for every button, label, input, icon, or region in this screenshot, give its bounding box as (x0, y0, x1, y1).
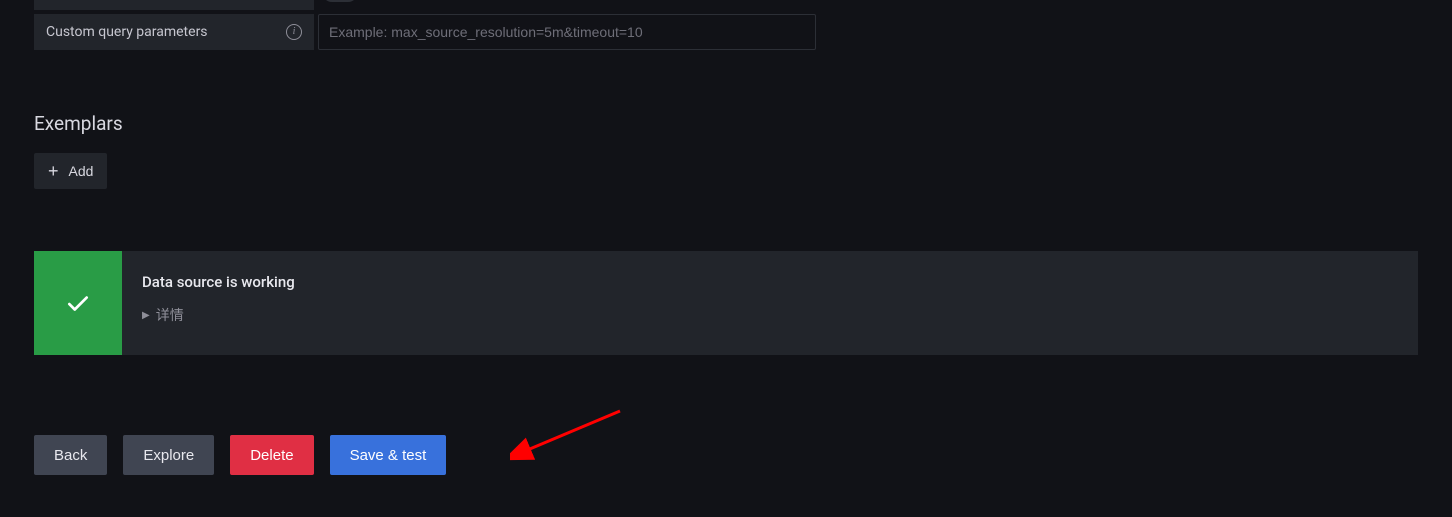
save-test-button[interactable]: Save & test (330, 435, 447, 475)
form-row-disable-metrics: Disable metrics lookup i (34, 0, 1418, 10)
info-icon[interactable]: i (286, 24, 302, 40)
alert-success: Data source is working ▶ 详情 (34, 251, 1418, 355)
disable-metrics-toggle[interactable] (322, 0, 358, 2)
action-button-row: Back Explore Delete Save & test (34, 435, 1418, 475)
add-button-label: Add (69, 163, 94, 179)
alert-details-toggle[interactable]: ▶ 详情 (142, 305, 1398, 325)
alert-title: Data source is working (142, 273, 1398, 291)
form-row-custom-query: Custom query parameters i (34, 14, 1418, 50)
custom-query-params-label: Custom query parameters i (34, 14, 314, 50)
explore-button[interactable]: Explore (123, 435, 214, 475)
add-exemplar-button[interactable]: + Add (34, 153, 107, 189)
alert-icon-area (34, 251, 122, 355)
chevron-right-icon: ▶ (142, 310, 150, 321)
plus-icon: + (48, 162, 59, 180)
exemplars-section-title: Exemplars (34, 112, 1418, 135)
toggle-container (314, 0, 358, 10)
label-text: Custom query parameters (46, 24, 208, 40)
custom-query-params-input[interactable] (318, 14, 816, 50)
check-icon (65, 290, 91, 316)
disable-metrics-lookup-label: Disable metrics lookup i (34, 0, 314, 10)
back-button[interactable]: Back (34, 435, 107, 475)
alert-content: Data source is working ▶ 详情 (122, 251, 1418, 355)
alert-details-label: 详情 (156, 305, 184, 325)
delete-button[interactable]: Delete (230, 435, 313, 475)
